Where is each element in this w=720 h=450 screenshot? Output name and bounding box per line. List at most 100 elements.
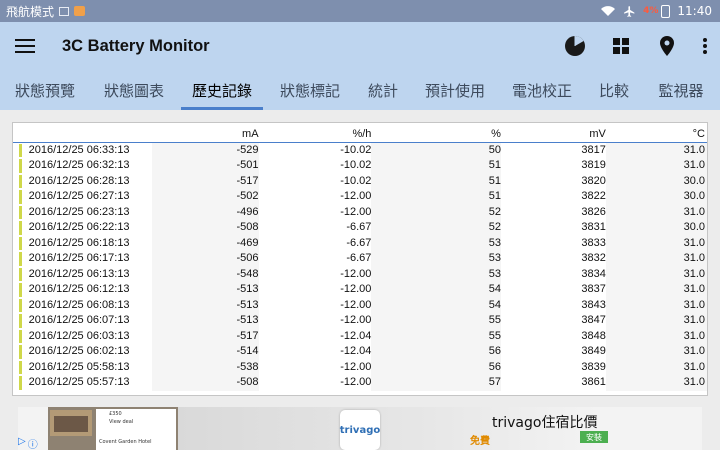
cell-voltage: 3837 [581,283,606,295]
header-time [22,126,152,143]
tab-history[interactable]: 歷史記錄 [178,70,266,110]
cell-percent: 51 [371,189,501,205]
cell-temperature: 31.0 [605,297,707,313]
cell-current: -496 [151,204,259,220]
cell-current: -517 [151,328,259,344]
ad-choices-icon[interactable]: ▷ ⓘ [18,436,38,450]
cell-rate: -10.02 [340,143,372,156]
table-row[interactable]: 2016/12/25 06:22:13 -508 -6.67 52 3831 30.0 [13,220,707,236]
trivago-logo: trivago [340,410,380,450]
ad-hotel-name: Covent Garden Hotel [99,439,152,445]
row-marker [13,220,23,236]
history-table-card: mA %/h % mV °C 2016/12/25 06:33:13 -529 -1… [12,122,708,396]
cell-temperature: 31.0 [605,282,707,298]
cell-percent: 53 [371,235,501,251]
cell-current: -548 [151,266,259,282]
grid-icon[interactable] [598,22,644,70]
row-marker [13,174,23,190]
app-bar: 3C Battery Monitor [0,22,720,70]
menu-icon[interactable] [15,39,35,53]
row-marker [13,329,23,345]
tab-status-overview[interactable]: 狀態預覽 [0,70,90,110]
cell-time: 2016/12/25 05:58:13 [28,360,130,373]
tab-battery-calibration[interactable]: 電池校正 [498,70,586,110]
cell-temperature: 31.0 [605,251,707,267]
table-row[interactable]: 2016/12/25 06:28:13 -517 -10.02 51 3820 30.0 [13,173,707,190]
table-row[interactable]: 2016/12/25 06:13:13 -548 -12.00 53 3834 31.0 [13,266,707,282]
header-current: mA [151,126,259,143]
cell-percent: 50 [371,142,501,158]
cell-percent: 55 [371,313,501,329]
cell-temperature: 31.0 [605,375,707,391]
table-row[interactable]: 2016/12/25 06:08:13 -513 -12.00 54 3843 31.0 [13,297,707,313]
table-row[interactable]: 2016/12/25 06:33:13 -529 -10.02 50 3817 31.0 [13,142,707,158]
ad-banner[interactable]: £350 View deal Covent Garden Hotel ▷ ⓘ tr… [18,407,702,450]
cell-percent: 53 [371,266,501,282]
cell-voltage: 3834 [581,267,606,280]
cell-current: -538 [151,359,259,375]
pie-chart-icon[interactable] [552,22,598,70]
cell-current: -469 [151,235,259,251]
battery-icon [661,4,671,18]
cell-voltage: 3819 [581,159,606,171]
cell-rate: -12.04 [340,345,372,357]
battery-percent: 4% [643,6,659,16]
tab-compare[interactable]: 比較 [586,70,642,110]
table-row[interactable]: 2016/12/25 06:32:13 -501 -10.02 51 3819 31.0 [13,158,707,174]
cell-percent: 52 [371,204,501,220]
cell-current: -517 [151,173,259,189]
cell-temperature: 31.0 [605,235,707,251]
cell-current: -514 [151,344,259,360]
cell-time: 2016/12/25 06:03:13 [28,329,130,342]
table-row[interactable]: 2016/12/25 05:57:13 -508 -12.00 57 3861 31.0 [13,375,707,391]
cell-temperature: 31.0 [605,142,707,158]
cell-temperature: 31.0 [605,344,707,360]
ad-install-button[interactable]: 安裝 [580,431,608,443]
header-rate: %/h [258,126,372,143]
cell-time: 2016/12/25 05:57:13 [28,376,130,388]
cell-current: -513 [151,282,259,298]
cell-rate: -12.00 [340,376,372,388]
more-vert-icon[interactable] [690,22,720,70]
row-marker [13,205,23,221]
cell-current: -506 [151,251,259,267]
tab-bar: 狀態預覽 狀態圖表 歷史記錄 狀態標記 統計 預計使用 電池校正 比較 監視器 [0,70,720,110]
ad-subtitle: 免費 [470,436,490,447]
table-row[interactable]: 2016/12/25 06:23:13 -496 -12.00 52 3826 31.0 [13,204,707,221]
tab-statistics[interactable]: 統計 [354,70,412,110]
cell-current: -508 [151,220,259,236]
table-row[interactable]: 2016/12/25 05:58:13 -538 -12.00 56 3839 31.0 [13,359,707,375]
location-pin-icon[interactable] [644,22,690,70]
cell-rate: -12.04 [340,329,372,342]
table-row[interactable]: 2016/12/25 06:02:13 -514 -12.04 56 3849 31.0 [13,344,707,360]
history-table: mA %/h % mV °C 2016/12/25 06:33:13 -529 -1… [13,126,707,391]
cell-temperature: 31.0 [605,158,707,174]
row-marker [13,158,23,174]
table-row[interactable]: 2016/12/25 06:17:13 -506 -6.67 53 3832 31.0 [13,251,707,267]
table-row[interactable]: 2016/12/25 06:12:13 -513 -12.00 54 3837 31.0 [13,282,707,298]
cell-temperature: 30.0 [605,220,707,236]
tab-status-marks[interactable]: 狀態標記 [266,70,354,110]
cell-percent: 53 [371,251,501,267]
table-row[interactable]: 2016/12/25 06:03:13 -517 -12.04 55 3848 31.0 [13,328,707,345]
tab-monitor[interactable]: 監視器 [642,70,720,110]
cell-percent: 54 [371,282,501,298]
cell-percent: 56 [371,344,501,360]
cell-voltage: 3817 [581,143,606,156]
cell-rate: -12.00 [340,205,372,218]
app-notification-icon [74,6,86,16]
cell-current: -529 [151,142,259,158]
tab-estimated-usage[interactable]: 預計使用 [412,70,498,110]
cell-current: -501 [151,158,259,174]
table-row[interactable]: 2016/12/25 06:18:13 -469 -6.67 53 3833 31.0 [13,235,707,251]
table-row[interactable]: 2016/12/25 06:07:13 -513 -12.00 55 3847 31.0 [13,313,707,329]
header-percent: % [371,126,501,143]
cell-time: 2016/12/25 06:23:13 [28,205,130,218]
table-header-row: mA %/h % mV °C [13,126,707,143]
cell-time: 2016/12/25 06:33:13 [28,143,130,156]
table-row[interactable]: 2016/12/25 06:27:13 -502 -12.00 51 3822 30.0 [13,189,707,205]
tab-status-chart[interactable]: 狀態圖表 [90,70,178,110]
cell-voltage: 3849 [581,345,606,357]
cell-temperature: 30.0 [605,189,707,205]
cell-voltage: 3843 [581,298,606,311]
